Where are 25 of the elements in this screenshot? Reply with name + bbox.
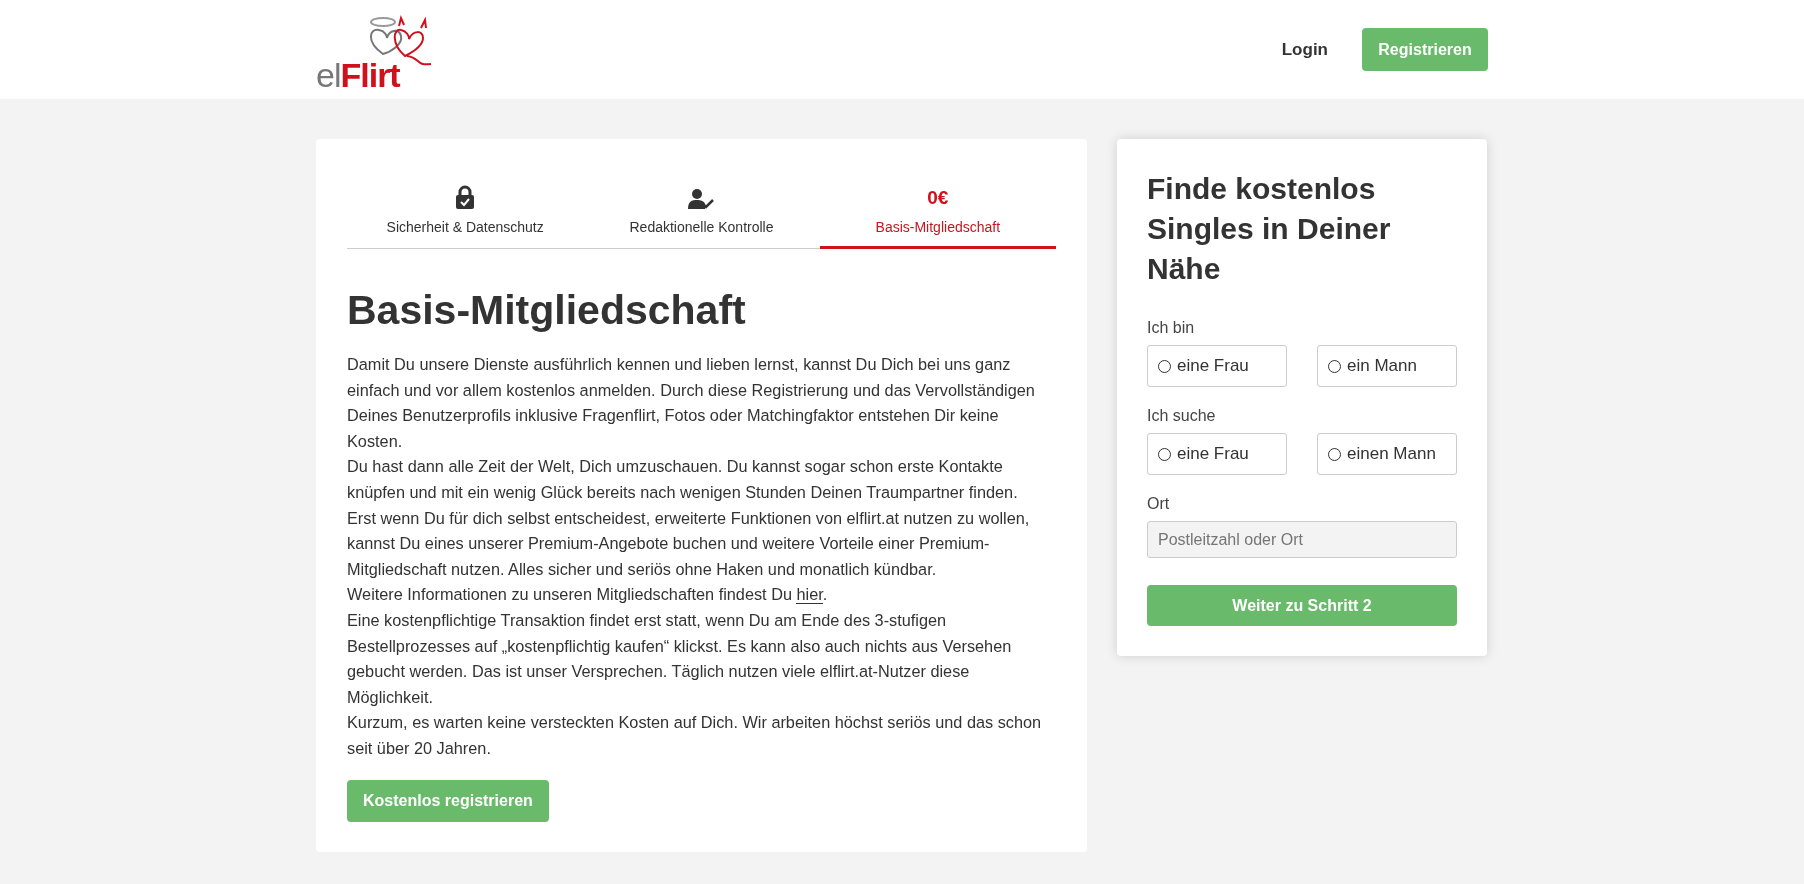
tab[interactable]: Redaktionelle Kontrolle — [583, 173, 820, 248]
paragraph: Erst wenn Du für dich selbst entscheidest, erweiterte Funktionen von elflirt.at nutzen zu wollen, kannst Du eines unserer Premium-Angebote buchen und weitere Vorteile einer Premium-Mitgliedschaft nutzen. Alles sicher und seriös ohne Haken und monatlich kündbar. — [347, 507, 1031, 580]
tab[interactable]: 0€ Basis-Mitgliedschaft — [819, 173, 1056, 249]
paragraph: Weitere Informationen zu unseren Mitgliedschaften findest Du hier. — [347, 584, 829, 607]
logo[interactable]: elFlirt — [316, 9, 446, 90]
radio-option[interactable]: ein Mann — [1317, 345, 1457, 387]
price-label: 0€ — [927, 187, 949, 209]
paragraph: Eine kostenpflichtige Transaktion findet erst statt, wenn Du am Ende des 3-stufigen Bestellprozesses auf „kostenpflichtig kaufen“ klickst. Es kann also auch nichts aus Versehen gebucht werden. Das ist unser Versprechen. Täglich nutzen viele elflirt.at-Nutzer diese Möglichkeit. — [347, 609, 1013, 708]
tab[interactable]: Sicherheit & Datenschutz — [347, 173, 584, 248]
signup-title: Finde kostenlos Singles in Deiner Nähe — [1147, 171, 1392, 287]
here-link[interactable]: hier — [796, 585, 823, 605]
paragraph: Damit Du unsere Dienste ausführlich kennen und lieben lernst, kannst Du Dich bei uns ganz einfach und vor allem kostenlos anmelden. Durch diese Registrierung und das Vervollständigen Deines Benutzerprofils inklusive Fragenflirt, Fotos oder Matchingfaktor entstehen Dir keine Kosten. — [347, 354, 1036, 452]
radio-option[interactable]: einen Mann — [1317, 433, 1457, 475]
login-link[interactable]: Login — [1281, 39, 1328, 60]
field-label: Ich bin — [1147, 319, 1196, 337]
paragraph: Kurzum, es warten keine versteckten Kosten auf Dich. Wir arbeiten höchst seriös und das schon seit über 20 Jahren. — [347, 712, 1043, 759]
paragraph: Du hast dann alle Zeit der Welt, Dich umzuschauen. Du kannst sogar schon erste Kontakte knüpfen und mit ein wenig Glück bereits nach wenigen Stunden Deinen Traumpartner finden. — [347, 456, 1019, 503]
field-label: Ich suche — [1147, 407, 1217, 425]
user-check-icon — [688, 189, 715, 209]
lock-icon — [455, 185, 476, 209]
field-label: Ort — [1147, 495, 1171, 513]
article-title: Basis-Mitgliedschaft — [347, 287, 747, 334]
radio-option[interactable]: eine Frau — [1147, 433, 1287, 475]
radio-option[interactable]: eine Frau — [1147, 345, 1287, 387]
location-field[interactable]: Postleitzahl oder Ort — [1147, 521, 1457, 558]
